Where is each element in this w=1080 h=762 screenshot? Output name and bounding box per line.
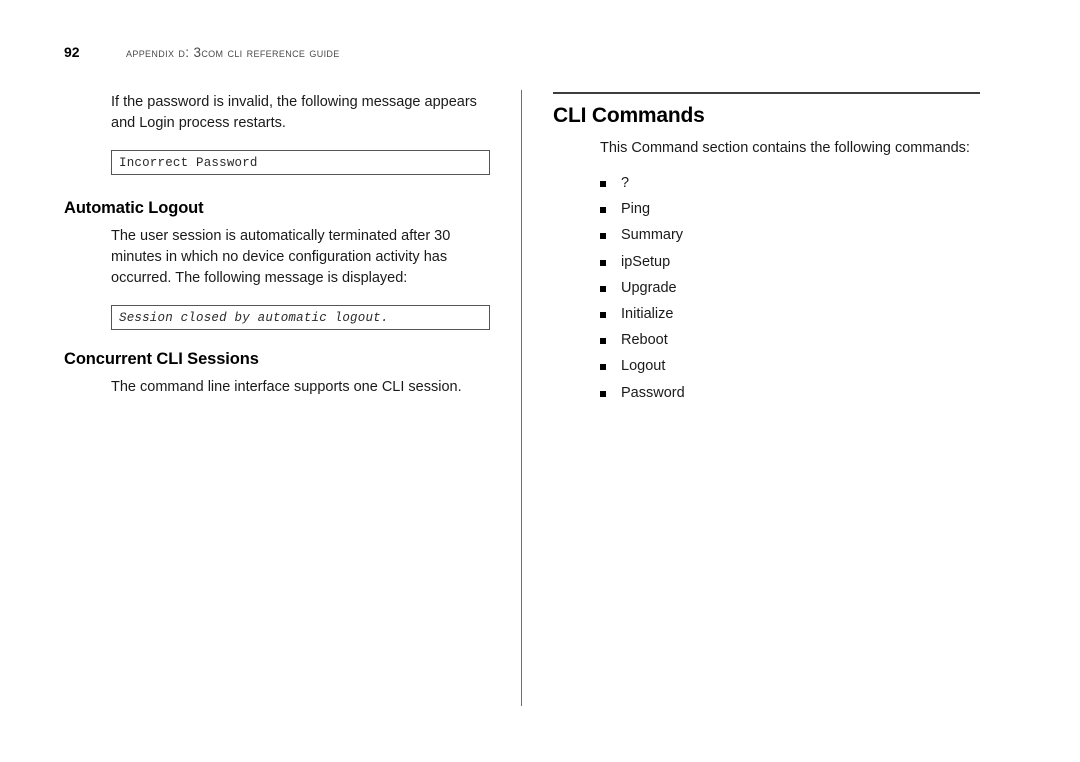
square-bullet-icon [600, 383, 621, 404]
automatic-logout-paragraph: The user session is automatically termin… [111, 228, 451, 286]
square-bullet-icon [600, 356, 621, 377]
list-item-label: Ping [621, 201, 651, 218]
intro-paragraph-block: If the password is invalid, the followin… [111, 92, 494, 134]
square-bullet-icon [600, 199, 621, 220]
list-item: Password [600, 383, 983, 409]
page-number: 92 [64, 44, 80, 60]
automatic-logout-paragraph-block: The user session is automatically termin… [111, 226, 494, 289]
heading-automatic-logout: Automatic Logout [64, 199, 204, 217]
message-box-incorrect-password: Incorrect Password [111, 150, 490, 175]
square-bullet-icon [600, 252, 621, 273]
list-item-label: ipSetup [621, 253, 671, 270]
heading-rule [553, 92, 980, 94]
list-item: Upgrade [600, 278, 983, 304]
square-bullet-icon [600, 304, 621, 325]
square-bullet-icon [600, 173, 621, 194]
column-divider [521, 90, 522, 706]
list-item: ? [600, 173, 983, 199]
page-title: CLI Commands [553, 104, 705, 127]
cli-commands-intro-block: This Command section contains the follow… [600, 138, 983, 159]
right-column: CLI Commands This Command section contai… [553, 92, 983, 409]
list-item-label: Password [621, 384, 685, 401]
left-column: If the password is invalid, the followin… [64, 92, 494, 398]
message-box-session-closed: Session closed by automatic logout. [111, 305, 490, 330]
list-item-label: ? [621, 175, 630, 191]
list-item: Initialize [600, 304, 983, 330]
list-item: Summary [600, 225, 983, 251]
square-bullet-icon [600, 225, 621, 246]
list-item: ipSetup [600, 252, 983, 278]
list-item: Ping [600, 199, 983, 225]
list-item-label: Initialize [621, 305, 674, 322]
page-running-header: 92 Appendix D: 3Com CLI Reference Guide [64, 44, 964, 64]
message-box-text: Incorrect Password [119, 155, 258, 170]
list-item-label: Summary [621, 227, 684, 244]
cli-commands-intro-paragraph: This Command section contains the follow… [600, 140, 970, 156]
intro-paragraph: If the password is invalid, the followin… [111, 94, 477, 131]
square-bullet-icon [600, 278, 621, 299]
list-item: Logout [600, 356, 983, 382]
heading-concurrent-cli-sessions: Concurrent CLI Sessions [64, 350, 259, 368]
concurrent-sessions-paragraph-block: The command line interface supports one … [111, 377, 494, 398]
list-item: Reboot [600, 330, 983, 356]
list-item-label: Logout [621, 358, 666, 375]
square-bullet-icon [600, 330, 621, 351]
message-box-text: Session closed by automatic logout. [119, 310, 389, 325]
concurrent-sessions-paragraph: The command line interface supports one … [111, 379, 462, 395]
command-list: ? Ping Summary ipSetup Upgrade Initializ… [600, 173, 983, 409]
list-item-label: Reboot [621, 332, 668, 349]
header-title: Appendix D: 3Com CLI Reference Guide [126, 45, 340, 60]
list-item-label: Upgrade [621, 279, 677, 296]
